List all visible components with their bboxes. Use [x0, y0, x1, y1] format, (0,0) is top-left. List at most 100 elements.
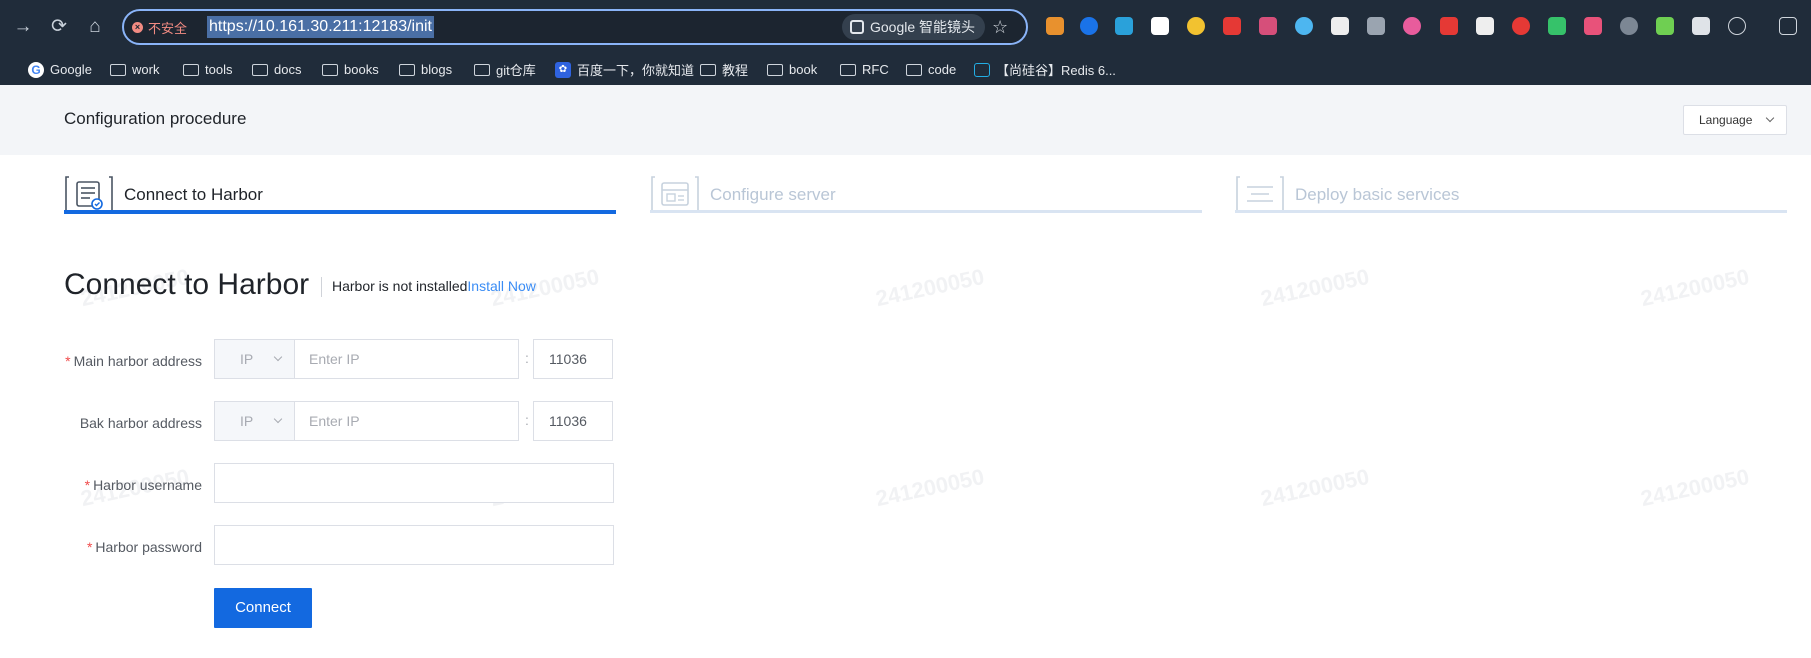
bookmark-label: blogs	[421, 62, 453, 77]
google-lens-button[interactable]: Google 智能镜头	[842, 14, 986, 40]
drive-ext-icon[interactable]	[1080, 17, 1098, 35]
watermark-text: 241200050	[1258, 263, 1372, 312]
reload-icon[interactable]: ⟳	[46, 14, 72, 40]
folder-icon	[183, 63, 199, 76]
telegram-ext-icon[interactable]	[1115, 17, 1133, 35]
language-dropdown[interactable]: Language	[1683, 105, 1787, 135]
security-indicator[interactable]: × 不安全	[132, 17, 199, 37]
bookmark-item[interactable]: tools	[183, 54, 232, 85]
step-progress-bar	[64, 210, 616, 214]
bookmark-label: 【尚硅谷】Redis 6...	[996, 63, 1116, 78]
bookmark-label: code	[928, 62, 957, 77]
required-marker: *	[84, 477, 91, 493]
step-progress-bar	[1235, 210, 1787, 213]
folder-icon	[700, 63, 716, 76]
password-label: * Harbor password	[52, 539, 202, 555]
watermark-text: 241200050	[1638, 463, 1752, 512]
harbor-status: Harbor is not installedInstall Now	[332, 278, 536, 294]
bookmark-item[interactable]: books	[322, 54, 379, 85]
adblock-ext-icon[interactable]	[1223, 17, 1241, 35]
bookmark-label: docs	[274, 62, 302, 77]
bookmark-item[interactable]: git仓库	[474, 54, 536, 85]
watermark-text: 241200050	[1258, 463, 1372, 512]
download-icon[interactable]	[1779, 17, 1797, 35]
not-secure-icon: ×	[132, 21, 143, 33]
copy-ext-icon[interactable]	[1620, 17, 1638, 35]
main-port-input[interactable]: 11036	[533, 339, 613, 379]
required-marker: *	[86, 539, 93, 555]
bookmark-ext-icon[interactable]	[1046, 17, 1064, 35]
bak-address-label: Bak harbor address	[79, 415, 202, 431]
watermark-text: 241200050	[873, 263, 987, 312]
app-page: 241200050 241200050 241200050 241200050 2412…	[0, 85, 1811, 658]
harbor-password-input[interactable]	[214, 525, 614, 565]
status-text: Harbor is not installed	[332, 278, 468, 294]
avatar-ext-icon[interactable]	[1367, 17, 1385, 35]
bookmark-label: 百度一下，你就知道	[577, 63, 695, 78]
port-separator: :	[525, 350, 529, 366]
bookmark-star-icon[interactable]: ☆	[992, 13, 1008, 41]
language-label: Language	[1699, 113, 1753, 127]
chevron-down-icon	[1765, 113, 1775, 123]
bookmark-item[interactable]: code	[906, 54, 956, 85]
step-connect-harbor[interactable]: Connect to Harbor	[64, 170, 616, 230]
chevron-down-icon	[273, 352, 283, 362]
step-deploy-services[interactable]: Deploy basic services	[1235, 170, 1787, 230]
bookmark-item[interactable]: G Google	[28, 54, 92, 85]
folder-icon	[110, 63, 126, 76]
lens-label: Google 智能镜头	[870, 19, 976, 35]
folder-icon	[322, 63, 338, 76]
bak-address-type-select[interactable]: IP	[214, 401, 295, 441]
page-title: Configuration procedure	[64, 109, 247, 128]
main-ip-input[interactable]: Enter IP	[294, 339, 519, 379]
bookmark-item[interactable]: work	[110, 54, 159, 85]
bookmark-item[interactable]: blogs	[399, 54, 452, 85]
save-ext-icon[interactable]	[1295, 17, 1313, 35]
bookmark-item[interactable]: RFC	[840, 54, 889, 85]
bookmark-label: git仓库	[496, 63, 536, 78]
bookmark-item[interactable]: 教程	[700, 54, 748, 85]
bak-port-input[interactable]: 11036	[533, 401, 613, 441]
step-progress-bar	[650, 210, 1202, 213]
puzzle-ext-icon[interactable]	[1259, 17, 1277, 35]
server-config-icon	[651, 176, 699, 212]
pdf-ext-icon[interactable]	[1512, 17, 1530, 35]
chevron-down-icon	[273, 414, 283, 424]
folder-icon	[840, 63, 856, 76]
label-text: Harbor password	[95, 539, 202, 555]
reader-ext-icon[interactable]	[1331, 17, 1349, 35]
bookmark-item[interactable]: ✿ 百度一下，你就知道	[555, 54, 694, 85]
ring-ext-icon[interactable]	[1151, 17, 1169, 35]
leaf-ext-icon[interactable]	[1656, 17, 1674, 35]
home-icon[interactable]: ⌂	[82, 14, 108, 40]
lens-icon	[850, 20, 864, 34]
green-dots-ext-icon[interactable]	[1548, 17, 1566, 35]
eyes-ext-icon[interactable]	[1476, 17, 1494, 35]
port-separator: :	[525, 412, 529, 428]
red-box-ext-icon[interactable]	[1440, 17, 1458, 35]
translate-ext-icon[interactable]	[1584, 17, 1602, 35]
bookmark-item[interactable]: 【尚硅谷】Redis 6...	[974, 54, 1116, 85]
connect-button[interactable]: Connect	[214, 588, 312, 628]
forward-icon[interactable]: →	[10, 14, 36, 40]
main-address-type-select[interactable]: IP	[214, 339, 295, 379]
harbor-username-input[interactable]	[214, 463, 614, 503]
step-configure-server[interactable]: Configure server	[650, 170, 1202, 230]
url-text[interactable]: https://10.161.30.211:12183/init	[207, 16, 434, 38]
username-label: * Harbor username	[52, 477, 202, 493]
shield-ext-icon[interactable]	[1692, 17, 1710, 35]
folder-icon	[252, 63, 268, 76]
folder-icon	[767, 63, 783, 76]
steps-bar: Connect to Harbor Configure server Deplo…	[0, 170, 1811, 230]
color-grid-ext-icon[interactable]	[1403, 17, 1421, 35]
bak-ip-input[interactable]: Enter IP	[294, 401, 519, 441]
bookmark-item[interactable]: book	[767, 54, 817, 85]
extensions-puzzle-icon[interactable]	[1728, 17, 1746, 35]
baidu-paw-icon: ✿	[555, 61, 571, 78]
step-label: Configure server	[710, 185, 836, 204]
install-now-link[interactable]: Install Now	[467, 278, 535, 294]
bookmark-item[interactable]: docs	[252, 54, 301, 85]
address-bar[interactable]: × 不安全 https://10.161.30.211:12183/init G…	[122, 9, 1028, 45]
highlighter-ext-icon[interactable]	[1187, 17, 1205, 35]
deploy-services-icon	[1236, 176, 1284, 212]
